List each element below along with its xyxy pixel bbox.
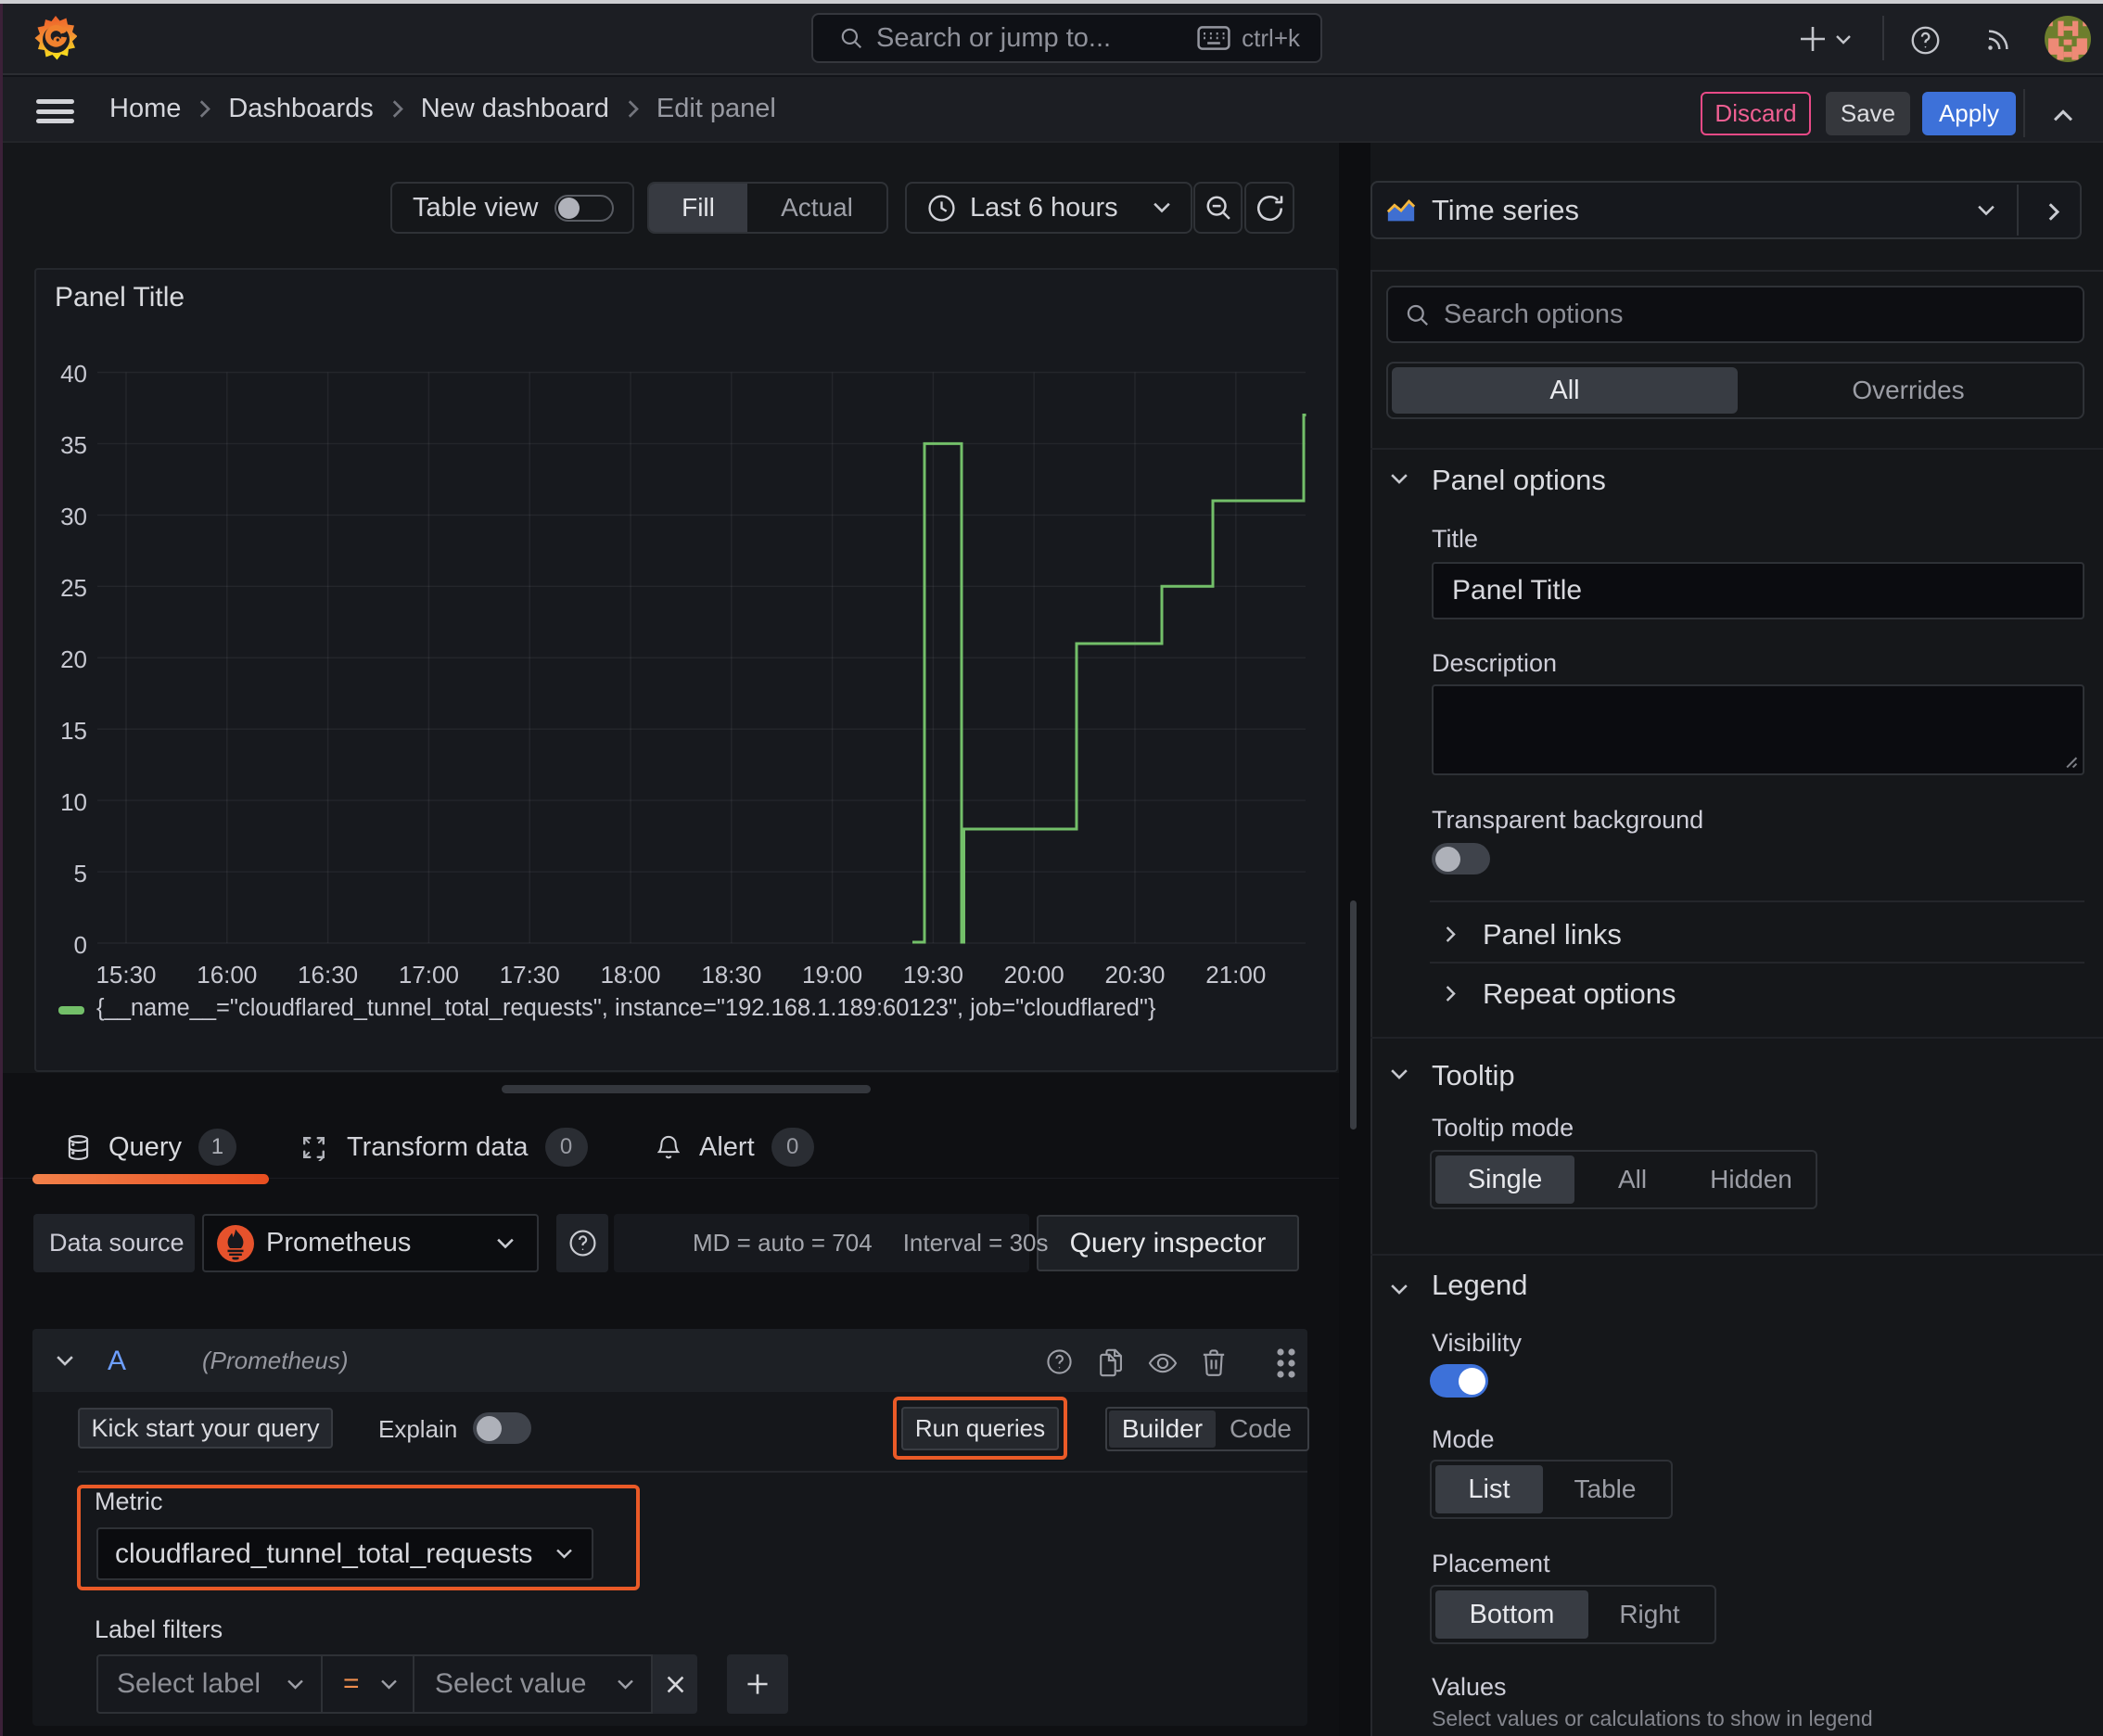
svg-text:15: 15: [60, 717, 87, 745]
svg-text:21:00: 21:00: [1205, 961, 1266, 989]
svg-text:18:00: 18:00: [600, 961, 660, 989]
svg-text:35: 35: [60, 431, 87, 459]
svg-text:5: 5: [74, 860, 87, 887]
svg-text:17:30: 17:30: [500, 961, 560, 989]
svg-text:25: 25: [60, 574, 87, 602]
svg-text:16:30: 16:30: [298, 961, 358, 989]
svg-text:30: 30: [60, 503, 87, 530]
svg-text:16:00: 16:00: [197, 961, 257, 989]
svg-text:20:30: 20:30: [1104, 961, 1165, 989]
svg-text:18:30: 18:30: [701, 961, 761, 989]
svg-text:10: 10: [60, 788, 87, 816]
svg-text:0: 0: [74, 931, 87, 959]
svg-text:19:30: 19:30: [903, 961, 963, 989]
svg-text:20: 20: [60, 645, 87, 673]
svg-text:17:00: 17:00: [399, 961, 459, 989]
svg-text:40: 40: [60, 360, 87, 388]
svg-text:20:00: 20:00: [1004, 961, 1064, 989]
svg-text:15:30: 15:30: [96, 961, 156, 989]
svg-text:19:00: 19:00: [802, 961, 862, 989]
